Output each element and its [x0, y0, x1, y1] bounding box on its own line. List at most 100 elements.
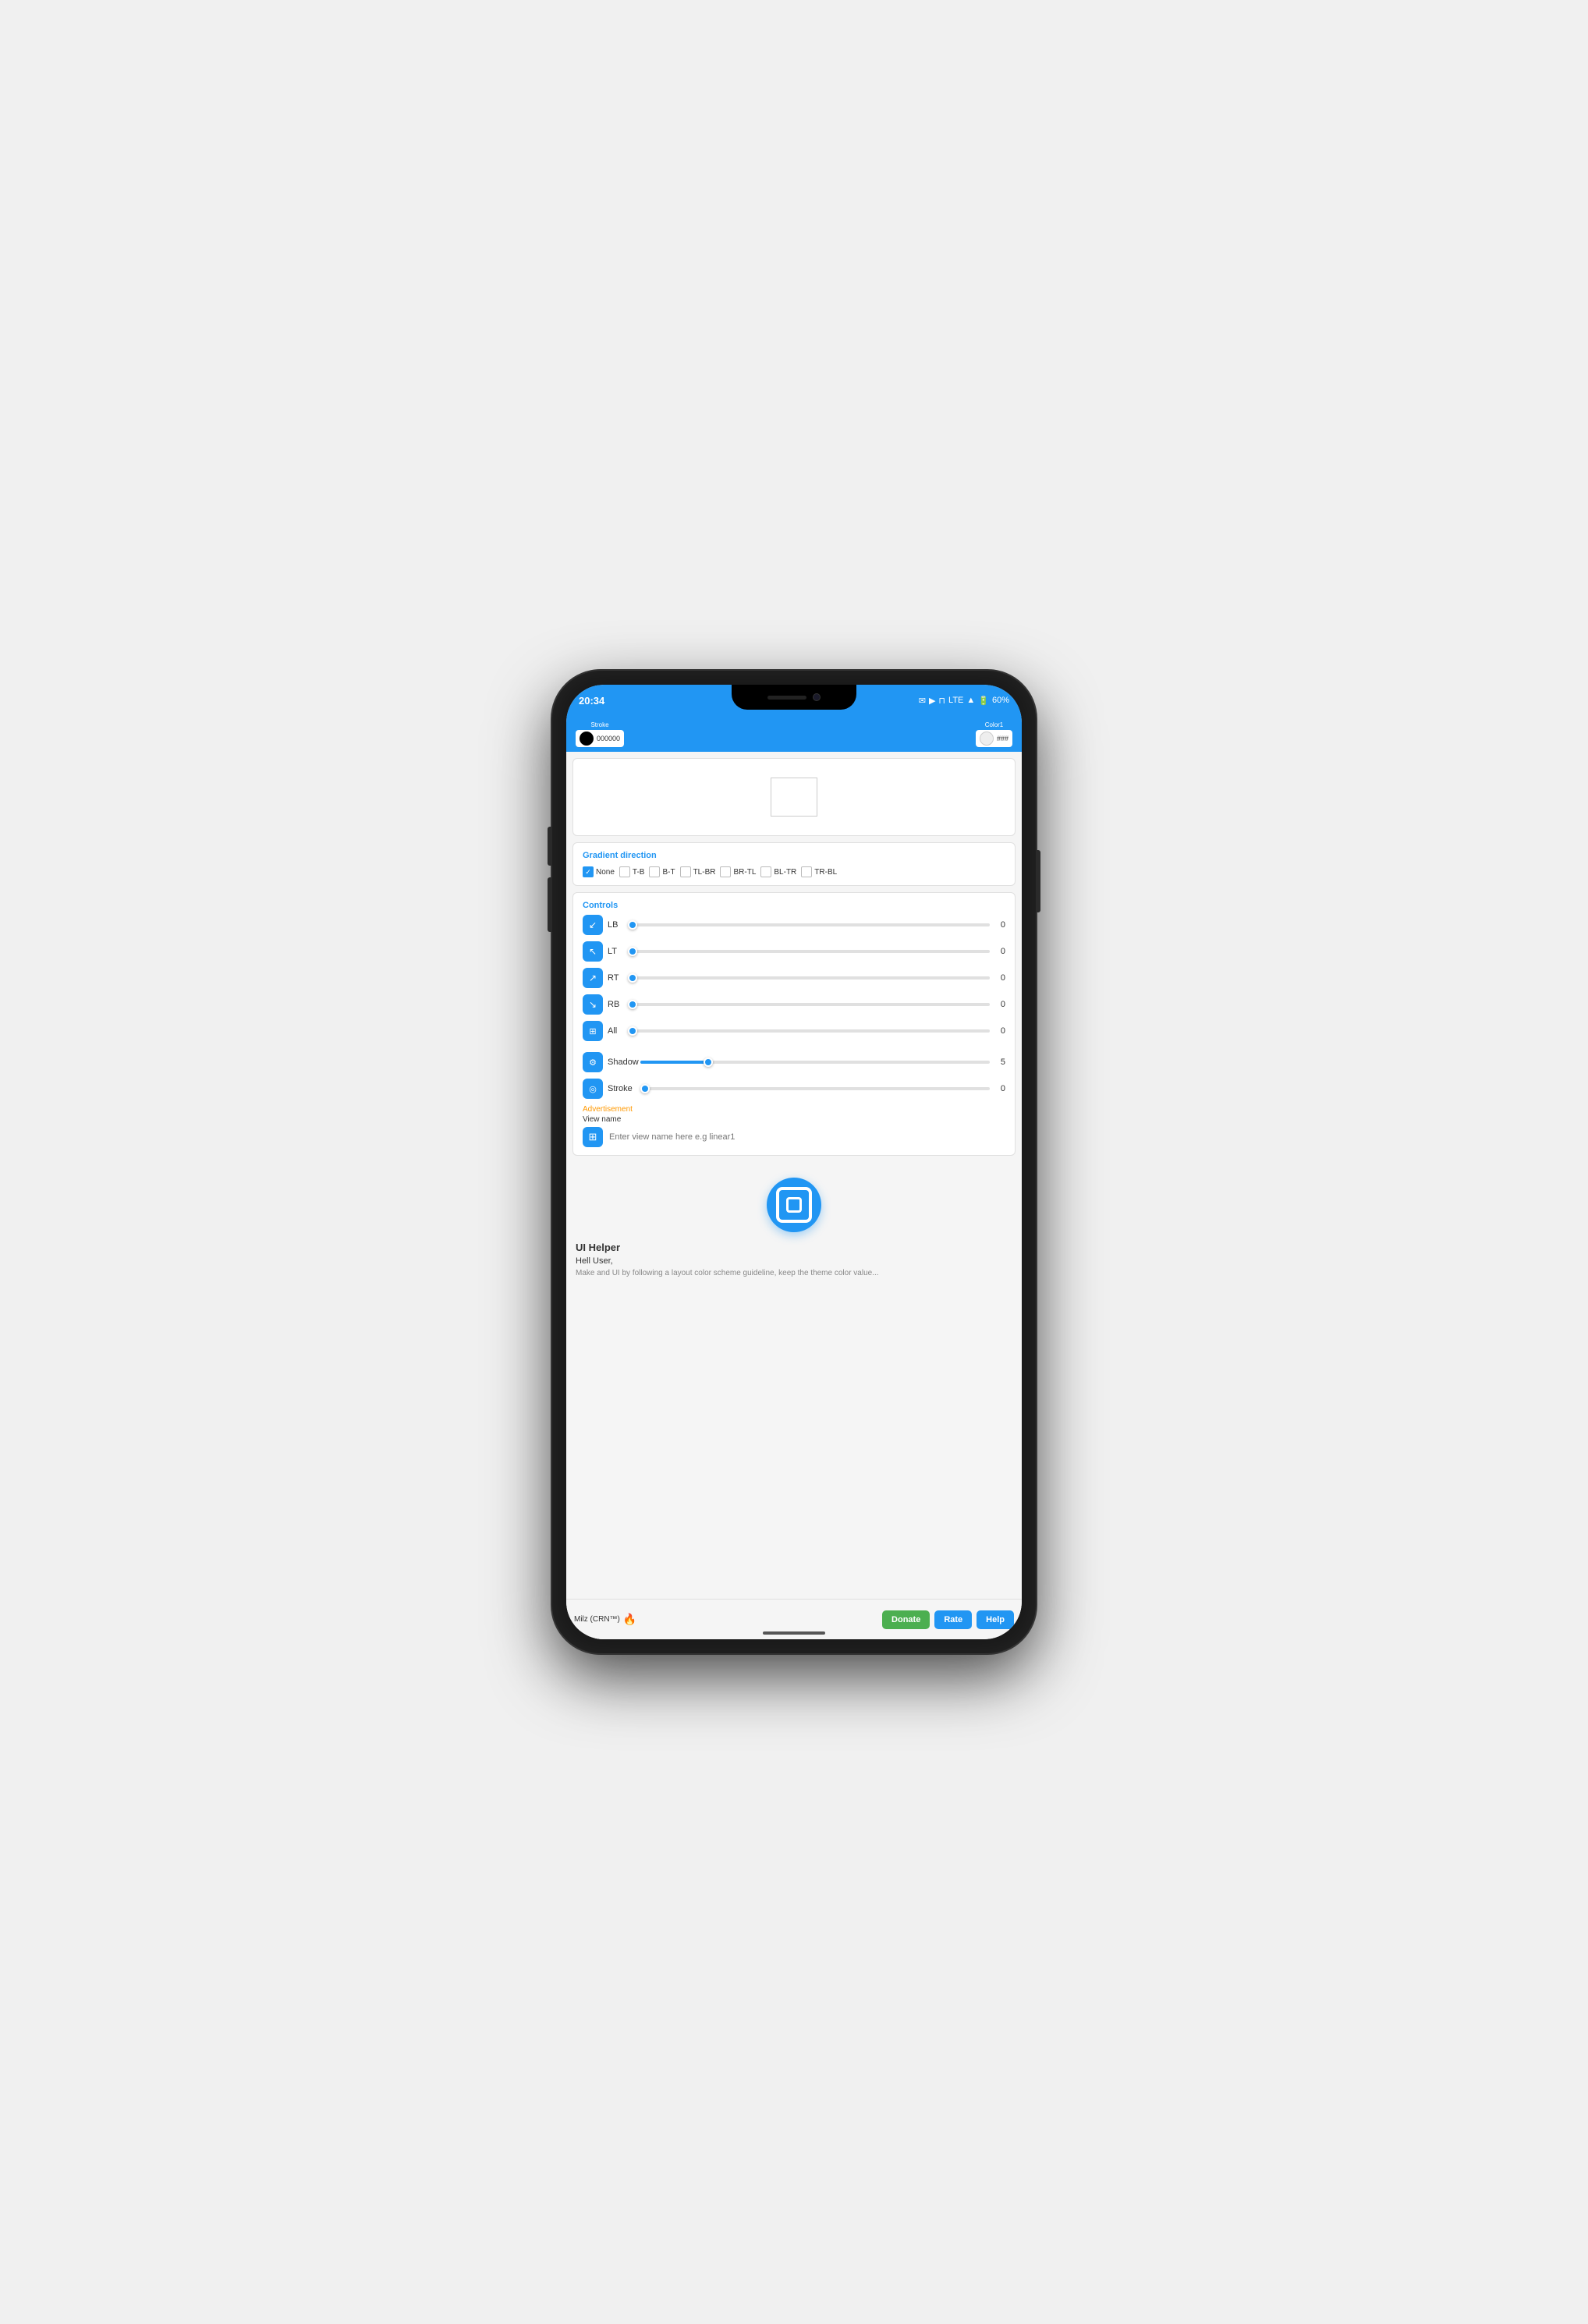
rt-value: 0: [994, 973, 1005, 983]
help-button[interactable]: Help: [977, 1610, 1014, 1629]
ui-helper-section: UI Helper Hell User, Make and UI by foll…: [566, 1242, 1022, 1277]
lt-arrow-icon: ↖: [589, 946, 597, 957]
stroke-icon-button[interactable]: ◎: [583, 1079, 603, 1099]
color1-circle: [980, 732, 994, 746]
shadow-icon-button[interactable]: ⚙: [583, 1052, 603, 1072]
checkbox-trbl: [801, 866, 812, 877]
shadow-gear-icon: ⚙: [589, 1057, 597, 1068]
control-row-all: ⊞ All 0: [583, 1021, 1005, 1041]
gradient-option-bltr[interactable]: BL-TR: [760, 866, 796, 877]
brand-name: Milz (CRN™): [574, 1615, 620, 1624]
gradient-bt-label: B-T: [662, 868, 675, 877]
screen: 20:34 ✉ ▶ ⊓ LTE ▲ 🔋 60% Stroke 000: [566, 685, 1022, 1639]
checkbox-none: ✓: [583, 866, 594, 877]
rt-icon-button[interactable]: ↗: [583, 968, 603, 988]
fire-icon: 🔥: [623, 1613, 636, 1626]
lb-slider[interactable]: [628, 923, 990, 926]
control-row-stroke: ◎ Stroke 0: [583, 1079, 1005, 1099]
rt-slider[interactable]: [628, 976, 990, 980]
notch-camera: [813, 693, 821, 701]
stroke-section: Stroke 000000: [576, 721, 624, 747]
checkbox-bltr: [760, 866, 771, 877]
vol-down-button: [548, 877, 552, 932]
gradient-option-tb[interactable]: T-B: [619, 866, 645, 877]
power-button: [1036, 850, 1040, 912]
rate-button[interactable]: Rate: [934, 1610, 972, 1629]
all-slider[interactable]: [628, 1029, 990, 1033]
cast-icon: ⊓: [938, 696, 945, 706]
gradient-option-brtl[interactable]: BR-TL: [720, 866, 756, 877]
rb-arrow-icon: ↘: [589, 999, 597, 1010]
logo-area: [566, 1162, 1022, 1242]
rb-label: RB: [608, 1000, 623, 1009]
stroke-hex-value: 000000: [597, 735, 620, 742]
preview-rectangle: [771, 778, 817, 817]
phone-screen-bezel: 20:34 ✉ ▶ ⊓ LTE ▲ 🔋 60% Stroke 000: [566, 685, 1022, 1639]
lb-icon-button[interactable]: ↙: [583, 915, 603, 935]
msg-icon: ✉: [919, 696, 926, 706]
notch: [732, 685, 856, 710]
gradient-direction-label: Gradient direction: [583, 851, 1005, 860]
signal-icon: ▲: [966, 696, 975, 705]
rb-slider[interactable]: [628, 1003, 990, 1006]
brand-section: Milz (CRN™) 🔥: [574, 1613, 877, 1626]
ui-helper-description: Make and UI by following a layout color …: [576, 1269, 1012, 1277]
stroke-slider[interactable]: [640, 1087, 990, 1090]
all-grid-icon: ⊞: [589, 1026, 596, 1036]
checkbox-bt: [649, 866, 660, 877]
content-area: Gradient direction ✓ None T-B B-T: [566, 752, 1022, 1639]
app-logo: [767, 1178, 821, 1232]
stroke-color-button[interactable]: 000000: [576, 730, 624, 747]
lb-label: LB: [608, 920, 623, 930]
control-row-rt: ↗ RT 0: [583, 968, 1005, 988]
donate-button[interactable]: Donate: [882, 1610, 930, 1629]
rb-value: 0: [994, 1000, 1005, 1009]
network-icon: LTE: [948, 696, 963, 705]
battery-icon: 🔋: [978, 696, 989, 706]
lb-value: 0: [994, 920, 1005, 930]
gradient-option-tlbr[interactable]: TL-BR: [680, 866, 716, 877]
color1-label: Color1: [985, 721, 1004, 728]
stroke-ring-icon: ◎: [589, 1084, 597, 1094]
preview-card: [572, 758, 1016, 836]
stroke-color-circle: [580, 732, 594, 746]
app-bar: Stroke 000000 Color1 ###: [566, 716, 1022, 752]
ui-helper-title: UI Helper: [576, 1242, 1012, 1253]
controls-label: Controls: [583, 901, 1005, 910]
control-row-rb: ↘ RB 0: [583, 994, 1005, 1015]
shadow-label: Shadow: [608, 1057, 636, 1067]
lt-value: 0: [994, 947, 1005, 956]
advertisement-label: Advertisement: [583, 1105, 1005, 1114]
phone-device: 20:34 ✉ ▶ ⊓ LTE ▲ 🔋 60% Stroke 000: [552, 671, 1036, 1653]
rb-icon-button[interactable]: ↘: [583, 994, 603, 1015]
gradient-option-trbl[interactable]: TR-BL: [801, 866, 837, 877]
status-icons: ✉ ▶ ⊓ LTE ▲ 🔋 60%: [919, 696, 1009, 706]
color1-hex: ###: [997, 735, 1008, 742]
logo-inner-frame: [776, 1187, 812, 1223]
shadow-slider[interactable]: [640, 1061, 990, 1064]
gradient-tlbr-label: TL-BR: [693, 868, 716, 877]
lb-arrow-icon: ↙: [589, 919, 597, 930]
view-name-input-row: ⊞: [583, 1127, 1005, 1147]
gradient-bltr-label: BL-TR: [774, 868, 796, 877]
checkbox-brtl: [720, 866, 731, 877]
ui-helper-greeting: Hell User,: [576, 1256, 1012, 1266]
grid-icon: ⊞: [589, 1131, 597, 1143]
checkbox-tb: [619, 866, 630, 877]
all-icon-button[interactable]: ⊞: [583, 1021, 603, 1041]
gradient-option-bt[interactable]: B-T: [649, 866, 675, 877]
play-icon: ▶: [929, 696, 935, 706]
rt-label: RT: [608, 973, 623, 983]
battery-percent: 60%: [992, 696, 1009, 705]
color1-button[interactable]: ###: [976, 730, 1012, 747]
rt-arrow-icon: ↗: [589, 972, 597, 983]
view-name-input[interactable]: [609, 1132, 1005, 1142]
stroke-value: 0: [994, 1084, 1005, 1093]
lt-slider[interactable]: [628, 950, 990, 953]
controls-section: Controls ↙ LB 0: [572, 892, 1016, 1156]
logo-inner-small: [786, 1197, 802, 1213]
lt-label: LT: [608, 947, 623, 956]
gradient-option-none[interactable]: ✓ None: [583, 866, 615, 877]
all-label: All: [608, 1026, 623, 1036]
lt-icon-button[interactable]: ↖: [583, 941, 603, 962]
